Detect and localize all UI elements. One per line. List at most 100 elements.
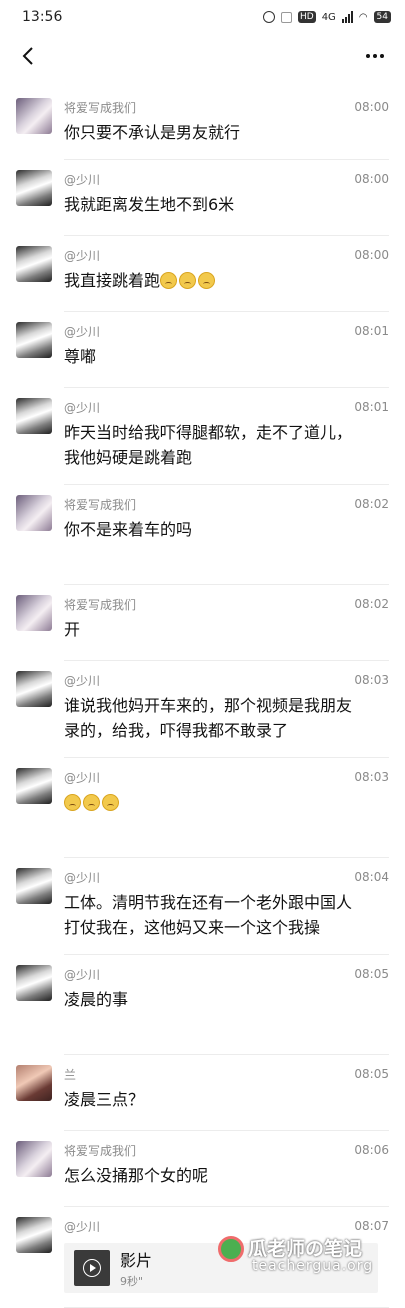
signal-icon (341, 11, 353, 23)
timestamp: 08:03 (354, 770, 389, 784)
list-item[interactable]: 将爱写成我们 08:02 开 (0, 585, 405, 661)
avatar[interactable] (16, 322, 52, 358)
avatar[interactable] (16, 671, 52, 707)
list-item[interactable]: @少川 08:00 我直接跳着跑 (0, 236, 405, 312)
avatar[interactable] (16, 1065, 52, 1101)
crying-emoji-icon (160, 272, 178, 289)
comment-meta: @少川 08:01 (64, 398, 389, 416)
user-name[interactable]: @少川 (64, 1218, 100, 1235)
message-text: 开 (64, 617, 389, 642)
message-text: 谁说我他妈开车来的，那个视频是我朋友 录的，给我，吓得我都不敢录了 (64, 693, 389, 743)
timestamp: 08:06 (354, 1143, 389, 1157)
avatar[interactable] (16, 868, 52, 904)
comment-body: 兰 08:05 凌晨三点？ (64, 1065, 389, 1131)
message-text: 工体。清明节我在还有一个老外跟中国人 打仗我在，这他妈又来一个这个我操 (64, 890, 389, 940)
list-item[interactable]: 将爱写成我们 08:02 你不是来着车的吗 (0, 485, 405, 585)
message-text-content: 尊嘟 (64, 347, 97, 366)
message-text-content: 凌晨的事 (64, 990, 129, 1009)
message-text: 你不是来着车的吗 (64, 517, 389, 542)
comment-body: @少川 08:05 凌晨的事 (64, 965, 389, 1055)
message-text (64, 790, 389, 815)
user-name[interactable]: 将爱写成我们 (64, 496, 136, 513)
message-text: 凌晨的事 (64, 987, 389, 1012)
avatar[interactable] (16, 170, 52, 206)
comment-body: 将爱写成我们 08:02 你不是来着车的吗 (64, 495, 389, 585)
comment-meta: 将爱写成我们 08:02 (64, 495, 389, 513)
user-name[interactable]: @少川 (64, 247, 100, 264)
timestamp: 08:07 (354, 1219, 389, 1233)
avatar[interactable] (16, 965, 52, 1001)
video-message[interactable]: 影片 9秒" (64, 1243, 378, 1293)
list-item[interactable]: @少川 08:07 影片 9秒" (0, 1207, 405, 1308)
timestamp: 08:00 (354, 100, 389, 114)
back-icon[interactable] (16, 44, 40, 68)
comment-body: 将爱写成我们 08:06 怎么没捅那个女的呢 (64, 1141, 389, 1207)
user-name[interactable]: @少川 (64, 769, 100, 786)
avatar[interactable] (16, 398, 52, 434)
user-name[interactable]: @少川 (64, 399, 100, 416)
message-text-content: 凌晨三点？ (64, 1090, 145, 1109)
message-text: 你只要不承认是男友就行 (64, 120, 389, 145)
comment-body: 将爱写成我们 08:00 你只要不承认是男友就行 (64, 98, 389, 160)
crying-emoji-icon (102, 794, 119, 811)
avatar[interactable] (16, 1217, 52, 1253)
list-item[interactable]: 将爱写成我们 08:06 怎么没捅那个女的呢 (0, 1131, 405, 1207)
user-name[interactable]: @少川 (64, 869, 100, 886)
video-thumbnail[interactable] (74, 1250, 110, 1286)
user-name[interactable]: 兰 (64, 1066, 76, 1083)
message-text: 我直接跳着跑 (64, 268, 389, 293)
hd-icon: HD (297, 11, 316, 23)
list-item[interactable]: @少川 08:01 昨天当时给我吓得腿都软，走不了道儿， 我他妈硬是跳着跑 (0, 388, 405, 485)
crying-emoji-icon (179, 272, 197, 289)
user-name[interactable]: 将爱写成我们 (64, 596, 136, 613)
comment-meta: @少川 08:03 (64, 768, 389, 786)
comment-list: 将爱写成我们 08:00 你只要不承认是男友就行 @少川 08:00 我就距离发生地不到6… (0, 88, 405, 1308)
avatar[interactable] (16, 768, 52, 804)
avatar[interactable] (16, 98, 52, 134)
list-item[interactable]: 将爱写成我们 08:00 你只要不承认是男友就行 (0, 88, 405, 160)
comment-body: @少川 08:01 尊嘟 (64, 322, 389, 388)
avatar[interactable] (16, 1141, 52, 1177)
avatar[interactable] (16, 246, 52, 282)
comment-body: 将爱写成我们 08:02 开 (64, 595, 389, 661)
video-info: 影片 9秒" (120, 1247, 152, 1289)
timestamp: 08:03 (354, 673, 389, 687)
list-item[interactable]: @少川 08:04 工体。清明节我在还有一个老外跟中国人 打仗我在，这他妈又来一个这… (0, 858, 405, 955)
status-bar: 13:56 HD 4G ◠ 54 (0, 0, 405, 34)
avatar[interactable] (16, 495, 52, 531)
comment-meta: 兰 08:05 (64, 1065, 389, 1083)
comment-meta: @少川 08:04 (64, 868, 389, 886)
message-text: 怎么没捅那个女的呢 (64, 1163, 389, 1188)
comment-body: @少川 08:00 我直接跳着跑 (64, 246, 389, 312)
user-name[interactable]: 将爱写成我们 (64, 99, 136, 116)
wifi-icon: ◠ (358, 11, 368, 23)
list-item[interactable]: @少川 08:03 谁说我他妈开车来的，那个视频是我朋友 录的，给我，吓得我都不敢录… (0, 661, 405, 758)
user-name[interactable]: @少川 (64, 323, 100, 340)
message-text: 我就距离发生地不到6米 (64, 192, 389, 217)
message-text-content: 工体。清明节我在还有一个老外跟中国人 打仗我在，这他妈又来一个这个我操 (64, 893, 353, 937)
message-text-content: 你只要不承认是男友就行 (64, 123, 241, 142)
more-icon[interactable] (361, 44, 389, 68)
crying-emoji-icon (64, 794, 81, 811)
vibrate-icon (280, 11, 292, 23)
comment-meta: @少川 08:05 (64, 965, 389, 983)
user-name[interactable]: @少川 (64, 171, 100, 188)
timestamp: 08:05 (354, 1067, 389, 1081)
comment-meta: @少川 08:07 (64, 1217, 389, 1235)
list-item[interactable]: @少川 08:05 凌晨的事 (0, 955, 405, 1055)
list-item[interactable]: @少川 08:00 我就距离发生地不到6米 (0, 160, 405, 236)
list-item[interactable]: @少川 08:03 (0, 758, 405, 858)
play-icon[interactable] (83, 1259, 101, 1277)
crying-emoji-icon (83, 794, 100, 811)
message-text: 昨天当时给我吓得腿都软，走不了道儿， 我他妈硬是跳着跑 (64, 420, 389, 470)
avatar[interactable] (16, 595, 52, 631)
list-item[interactable]: 兰 08:05 凌晨三点？ (0, 1055, 405, 1131)
video-title: 影片 (120, 1251, 153, 1270)
user-name[interactable]: @少川 (64, 966, 100, 983)
user-name[interactable]: 将爱写成我们 (64, 1142, 136, 1159)
message-text: 尊嘟 (64, 344, 389, 369)
comment-body: @少川 08:03 (64, 768, 389, 858)
user-name[interactable]: @少川 (64, 672, 100, 689)
comment-body: @少川 08:00 我就距离发生地不到6米 (64, 170, 389, 236)
list-item[interactable]: @少川 08:01 尊嘟 (0, 312, 405, 388)
